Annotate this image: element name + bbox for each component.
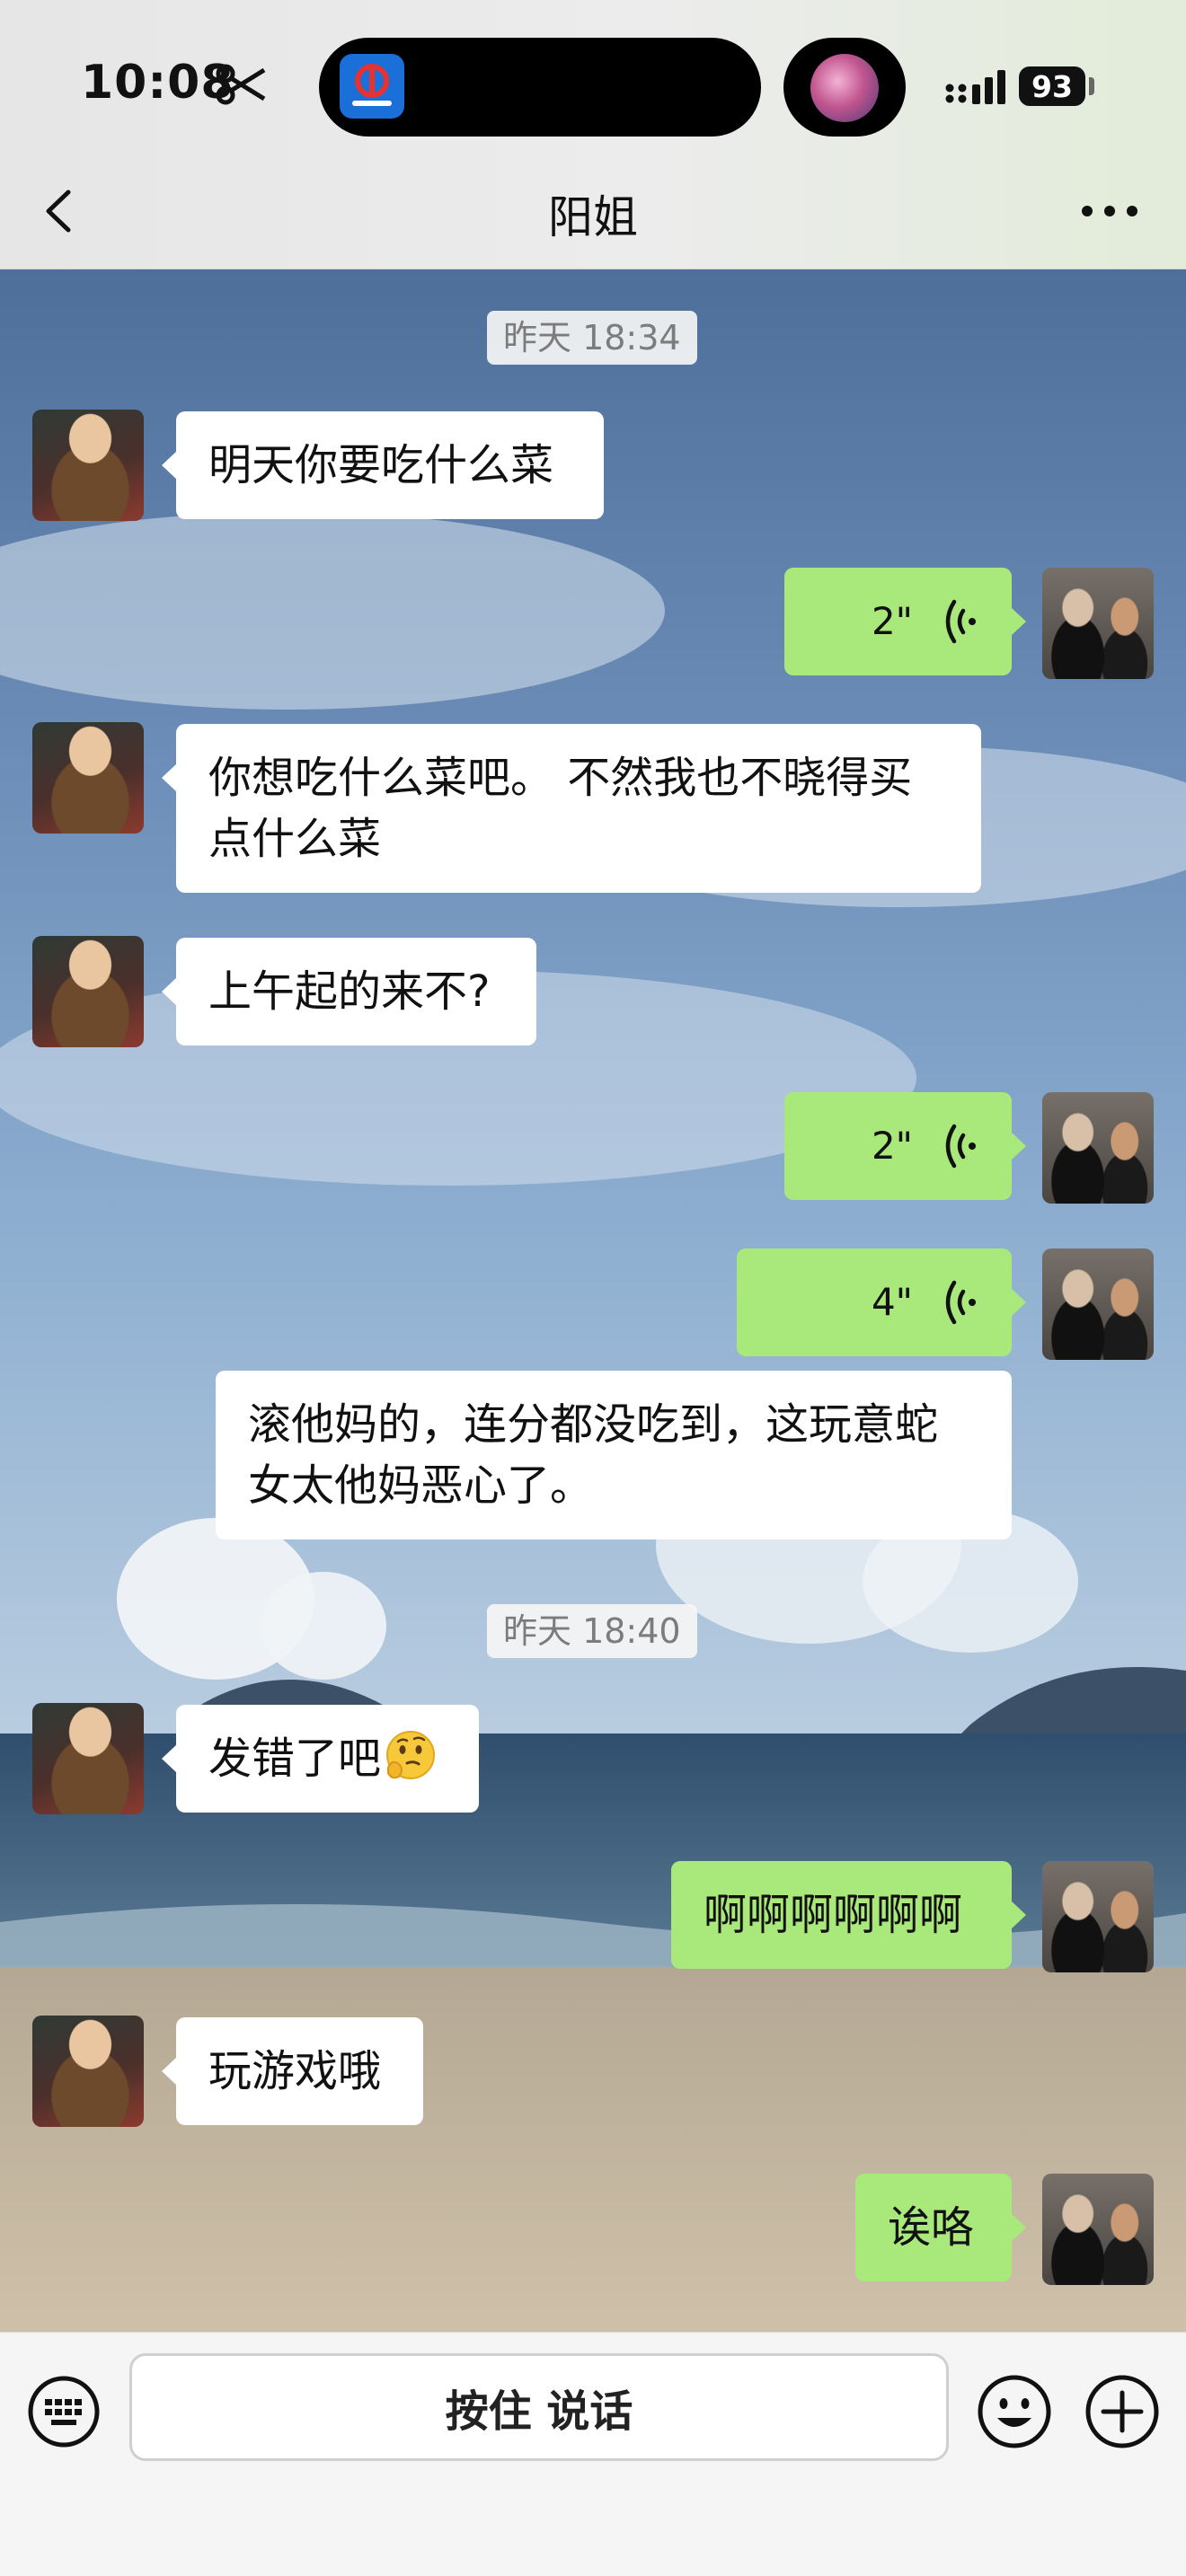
timestamp: 昨天 18:34 xyxy=(487,311,697,365)
avatar[interactable] xyxy=(1042,2174,1154,2285)
navigation-bar: 10:08 93 阳姐 xyxy=(0,0,1186,269)
message-bubble-incoming[interactable]: 明天你要吃什么菜 xyxy=(162,411,604,519)
voice-message-bubble[interactable]: 2" xyxy=(784,568,1026,675)
more-icon[interactable] xyxy=(1078,199,1141,223)
message-bubble-incoming[interactable]: 你想吃什么菜吧。 不然我也不晓得买点什么菜 xyxy=(162,724,981,893)
plus-icon[interactable] xyxy=(1084,2373,1161,2450)
voice-transcript-bubble[interactable]: 滚他妈的，连分都没吃到，这玩意蛇女太他妈恶心了。 xyxy=(216,1371,1012,1539)
voice-message-bubble[interactable]: 4" xyxy=(737,1248,1026,1356)
message-bubble-outgoing[interactable]: 诶咯 xyxy=(855,2174,1026,2281)
avatar[interactable] xyxy=(1042,1092,1154,1204)
emoji-icon[interactable] xyxy=(976,2373,1053,2450)
message-bubble-incoming[interactable]: 发错了吧 xyxy=(162,1705,479,1813)
voice-duration: 4" xyxy=(871,1280,913,1324)
avatar[interactable] xyxy=(32,1703,144,1814)
signal-icon xyxy=(945,70,1005,104)
keyboard-icon[interactable] xyxy=(27,2375,101,2448)
scissors-icon xyxy=(216,64,266,105)
status-time: 10:08 xyxy=(81,56,235,110)
hold-to-talk-button[interactable]: 按住 说话 xyxy=(129,2353,949,2461)
avatar[interactable] xyxy=(1042,568,1154,679)
battery-icon: 93 xyxy=(1019,66,1085,106)
music-art-icon xyxy=(810,54,879,122)
railway-app-icon xyxy=(340,54,404,119)
voice-message-bubble[interactable]: 2" xyxy=(784,1092,1026,1200)
voice-wave-icon xyxy=(945,1280,976,1325)
voice-duration: 2" xyxy=(871,599,913,643)
battery-tip xyxy=(1089,77,1094,95)
voice-wave-icon xyxy=(945,599,976,644)
chat-title: 阳姐 xyxy=(548,191,638,243)
message-text: 发错了吧 xyxy=(208,1734,382,1784)
voice-wave-icon xyxy=(945,1124,976,1169)
message-bubble-outgoing[interactable]: 啊啊啊啊啊啊 xyxy=(671,1861,1026,1969)
avatar[interactable] xyxy=(32,2016,144,2127)
timestamp: 昨天 18:40 xyxy=(487,1604,697,1658)
avatar[interactable] xyxy=(32,936,144,1047)
message-bubble-incoming[interactable]: 玩游戏哦 xyxy=(162,2017,423,2125)
avatar[interactable] xyxy=(1042,1248,1154,1360)
message-bubble-incoming[interactable]: 上午起的来不? xyxy=(162,938,536,1045)
avatar[interactable] xyxy=(32,410,144,521)
avatar[interactable] xyxy=(32,722,144,834)
voice-duration: 2" xyxy=(871,1124,913,1168)
thinking-face-icon xyxy=(386,1731,436,1779)
avatar[interactable] xyxy=(1042,1861,1154,1972)
